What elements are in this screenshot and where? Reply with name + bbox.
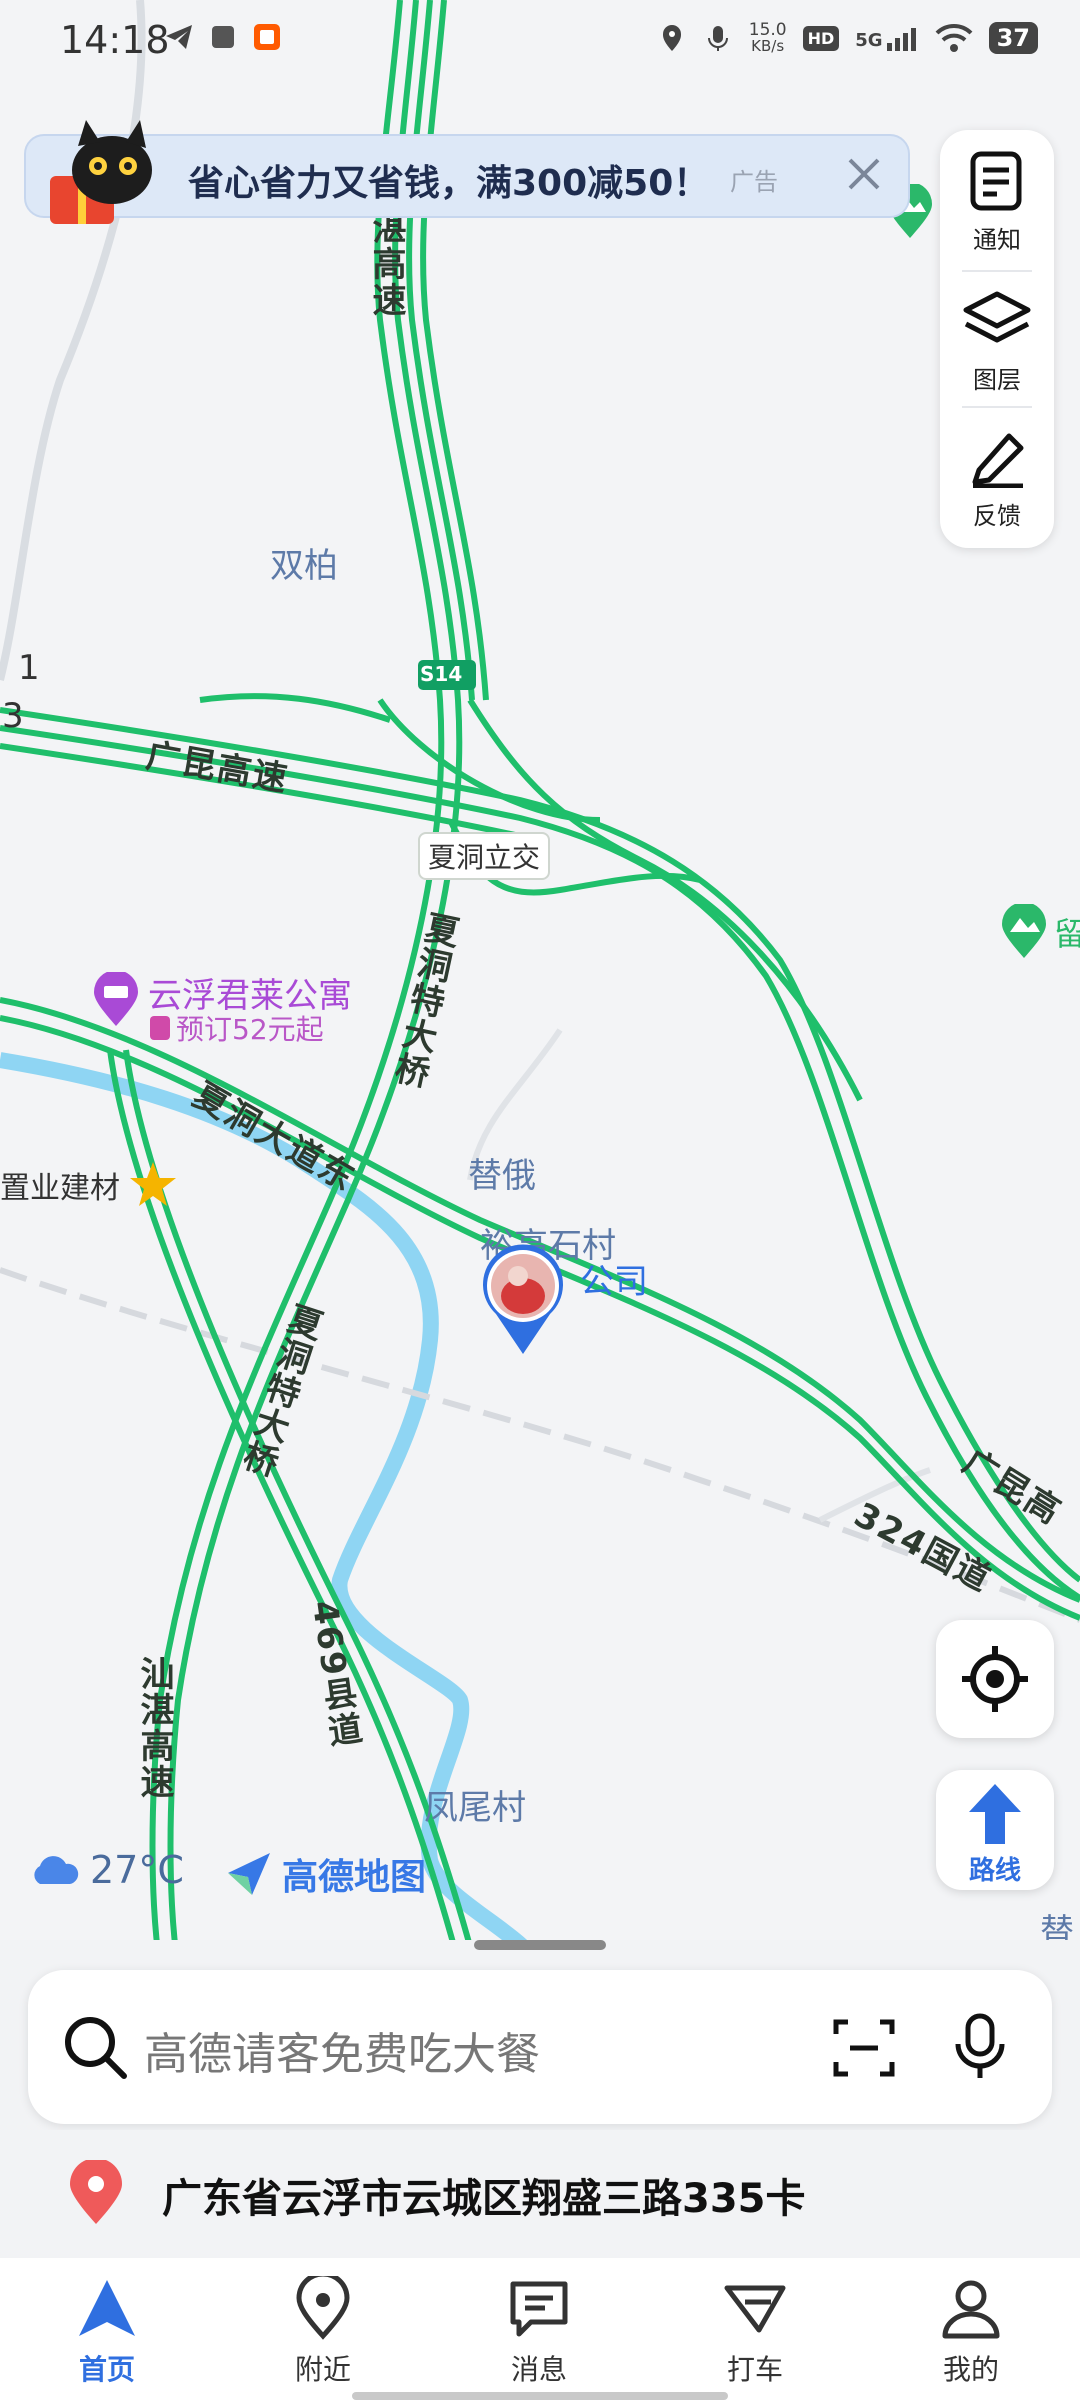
ad-close-icon[interactable] <box>840 150 888 198</box>
telegram-icon <box>166 25 192 49</box>
status-time: 14:18 <box>60 18 170 62</box>
status-left-icons <box>164 22 282 52</box>
scenic-pin-icon <box>1002 904 1046 958</box>
route-arrow-icon <box>969 1784 1021 1844</box>
label-village-fengwei: 凤尾村 <box>424 1788 526 1828</box>
sheet-drag-handle[interactable] <box>474 1940 606 1950</box>
location-pin-red-icon <box>70 2160 122 2224</box>
network-speed: 15.0 KB/s <box>748 20 787 55</box>
notice-button[interactable]: 通知 <box>940 130 1054 264</box>
ad-text: 省心省力又省钱，满300减50！ <box>188 163 710 204</box>
voice-mic-icon[interactable] <box>952 2012 1008 2082</box>
location-pin-icon <box>483 1244 563 1354</box>
scan-icon[interactable] <box>832 2016 896 2080</box>
current-location-text: 广东省云浮市云城区翔盛三路335卡 <box>162 2176 806 2222</box>
feedback-button[interactable]: 反馈 <box>940 406 1054 540</box>
system-home-indicator[interactable] <box>352 2392 728 2400</box>
locate-me-button[interactable] <box>936 1620 1054 1738</box>
tmall-cat-mascot-icon <box>50 120 152 224</box>
ad-tag: 广告 <box>730 168 778 196</box>
taobao-icon <box>254 24 280 50</box>
label-s14: S14 <box>420 662 463 686</box>
label-highway-shanzhan-bottom: 汕湛高速 <box>134 1656 174 1800</box>
map-canvas[interactable]: 湛高速 双柏 S14 广昆高速 夏洞立交 夏洞特大桥 云浮君莱公寓 预订52元起… <box>0 0 1080 1973</box>
nearby-pin-icon <box>296 2271 350 2340</box>
bottom-nav: 首页 附近 消息 打车 我的 <box>0 2258 1080 2408</box>
scenic-poi-right[interactable]: 留 <box>1000 904 1080 960</box>
crosshair-icon <box>962 1646 1028 1712</box>
amap-brand: 高德地图 <box>226 1848 426 1900</box>
location-status-icon <box>662 25 681 51</box>
hotel-promo: 预订52元起 <box>150 1008 324 1048</box>
user-location-marker[interactable] <box>478 1244 568 1360</box>
star-shop-icon <box>130 1162 176 1206</box>
shop-poi[interactable]: 置业建材 <box>0 1160 178 1210</box>
label-company: 公司 <box>580 1262 648 1302</box>
nav-home[interactable]: 首页 <box>32 2276 182 2388</box>
battery-indicator: 37 <box>988 22 1038 54</box>
taxi-flag-icon <box>724 2285 786 2333</box>
cloud-icon <box>34 1856 79 1884</box>
weather-widget[interactable]: 27°C <box>28 1848 184 1892</box>
route-button[interactable]: 路线 <box>936 1770 1054 1890</box>
label-edge-left-1: 1 <box>18 648 40 688</box>
app-notification-icon <box>212 26 234 48</box>
edit-pencil-icon <box>972 433 1024 489</box>
label-highway-shanzhan-top: 湛高速 <box>366 210 406 318</box>
signal-bars-icon <box>886 28 916 51</box>
message-icon <box>510 2281 568 2337</box>
current-location-row[interactable]: 广东省云浮市云城区翔盛三路335卡 <box>0 2130 1080 2256</box>
status-bar: 14:18 15.0 KB/s HD 5G 37 <box>0 0 1080 84</box>
wifi-icon <box>935 23 973 52</box>
signal-5g: 5G <box>855 25 918 51</box>
search-input[interactable]: 高德请客免费吃大餐 <box>144 2018 540 2082</box>
label-village-jie-e: 替俄 <box>468 1156 536 1196</box>
hd-badge: HD <box>802 25 840 51</box>
amap-logo-icon <box>228 1853 270 1895</box>
hotel-poi[interactable]: 云浮君莱公寓 预订52元起 <box>92 970 352 1046</box>
label-interchange: 夏洞立交 <box>418 832 551 880</box>
layers-button[interactable]: 图层 <box>940 270 1054 404</box>
map-tools-panel: 通知 图层 反馈 <box>940 130 1054 548</box>
nav-profile[interactable]: 我的 <box>896 2276 1046 2388</box>
label-village-shuangbai: 双柏 <box>270 546 338 586</box>
hotel-pin-icon <box>94 970 138 1026</box>
nav-messages[interactable]: 消息 <box>464 2276 614 2388</box>
notice-icon <box>970 151 1022 211</box>
search-icon <box>65 2017 127 2079</box>
home-navigate-icon <box>79 2280 135 2336</box>
coupon-icon <box>150 1016 170 1040</box>
layers-icon <box>963 291 1031 343</box>
microphone-status-icon <box>707 26 728 51</box>
user-profile-icon <box>942 2280 1000 2339</box>
label-edge-left-3: 3 <box>2 696 24 736</box>
nav-taxi[interactable]: 打车 <box>680 2276 830 2388</box>
search-bar[interactable]: 高德请客免费吃大餐 <box>28 1970 1052 2124</box>
status-right-icons: 15.0 KB/s HD 5G 37 <box>657 22 1038 54</box>
nav-nearby[interactable]: 附近 <box>248 2271 398 2388</box>
